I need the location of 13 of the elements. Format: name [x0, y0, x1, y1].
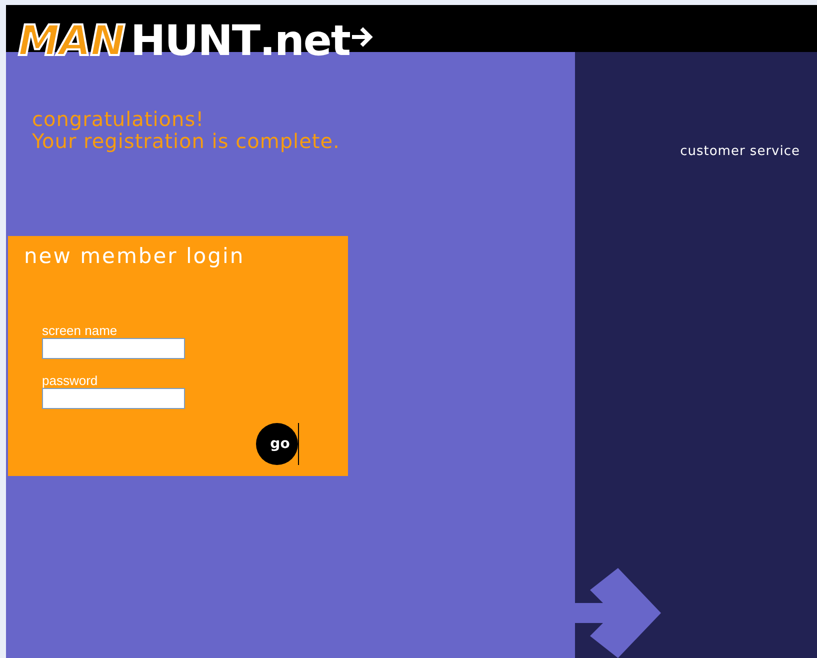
customer-service-link[interactable]: customer service: [680, 144, 800, 159]
registration-text: Your registration is complete.: [32, 130, 340, 152]
login-title: new member login: [24, 244, 245, 268]
field-label: password: [42, 373, 98, 388]
congratulations-text: congratulations!: [32, 108, 204, 130]
logo-text: MAN: [18, 19, 124, 63]
input-field[interactable]: [42, 388, 185, 409]
arrow-icon: [352, 26, 374, 48]
go-button[interactable]: go: [256, 423, 298, 465]
logo-text: .net: [260, 19, 350, 63]
input-field[interactable]: [42, 338, 185, 359]
logo-text: HUNT: [130, 19, 260, 63]
field-label: screen name: [42, 323, 118, 338]
